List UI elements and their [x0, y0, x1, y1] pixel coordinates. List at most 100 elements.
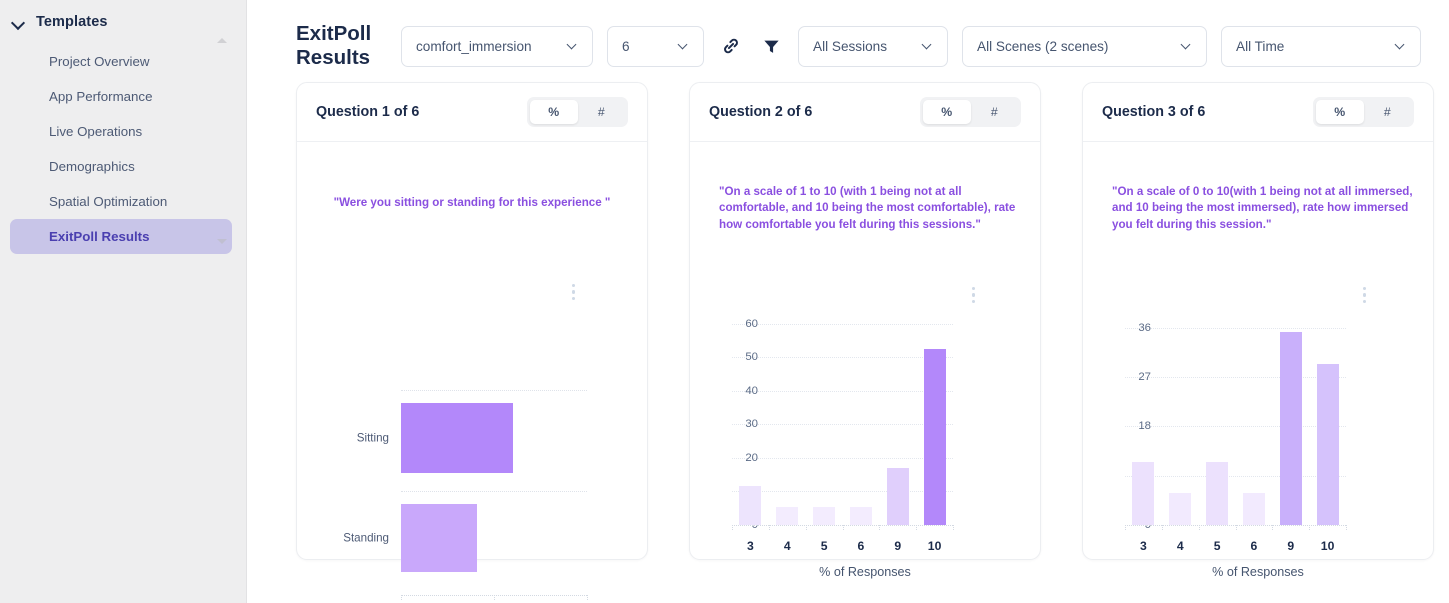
y-axis-tick-label: 27 [1138, 371, 1151, 384]
bar [1242, 493, 1265, 525]
grid-line [732, 357, 953, 359]
bar [849, 506, 872, 525]
bar [776, 506, 799, 525]
x-axis-tick-label: 10 [1320, 539, 1335, 553]
question-card-3: Question 3 of 6 % # "On a scale of 0 to … [1082, 82, 1434, 579]
question-count-select[interactable]: 6 [607, 25, 704, 67]
toggle-count-button[interactable]: # [1364, 100, 1412, 124]
grid-line [1125, 377, 1346, 379]
card-title: Question 1 of 6 [316, 104, 420, 120]
y-axis-tick-label: 20 [745, 451, 758, 464]
question-card-1: Question 1 of 6 % # "Were you sitting or… [296, 82, 648, 603]
grid-line [1125, 327, 1346, 329]
link-icon[interactable] [718, 31, 744, 61]
sessions-select[interactable]: All Sessions [798, 25, 948, 67]
x-axis-tick-label: 4 [783, 539, 791, 553]
chevron-down-icon [568, 41, 578, 51]
triangle-up-icon[interactable] [217, 38, 227, 43]
chevron-down-icon [1182, 41, 1192, 51]
question-text: "On a scale of 0 to 10(with 1 being not … [1112, 185, 1413, 231]
bar [813, 506, 836, 525]
toggle-count-button[interactable]: # [971, 100, 1019, 124]
percent-count-toggle[interactable]: % # [527, 97, 628, 127]
grid-line [1125, 426, 1346, 428]
bar [1206, 461, 1229, 525]
kebab-menu-icon[interactable] [571, 284, 575, 301]
grid-line [1125, 475, 1346, 477]
x-axis-pip [953, 525, 954, 530]
sidebar-item-spatial-optimization[interactable]: Spatial Optimization [10, 184, 232, 219]
grid-line [732, 491, 953, 493]
x-axis-tick-label: 3 [747, 539, 754, 553]
card-title: Question 3 of 6 [1102, 104, 1206, 120]
sessions-select-value: All Sessions [813, 38, 888, 54]
card-body: "On a scale of 0 to 10(with 1 being not … [1083, 142, 1433, 579]
question-text: "Were you sitting or standing for this e… [333, 196, 611, 209]
bar [401, 504, 478, 572]
sidebar-item-live-operations[interactable]: Live Operations [10, 114, 232, 149]
toggle-percent-button[interactable]: % [1316, 100, 1364, 124]
x-axis-tick-label: 3 [1140, 539, 1147, 553]
percent-count-toggle[interactable]: % # [920, 97, 1021, 127]
question-text: "On a scale of 1 to 10 (with 1 being not… [719, 185, 1016, 231]
time-range-select[interactable]: All Time [1221, 25, 1421, 67]
sidebar-item-label: Project Overview [49, 54, 150, 69]
x-axis-pip [1346, 525, 1347, 530]
metric-select[interactable]: comfort_immersion [401, 25, 593, 67]
x-axis-tick-label: 6 [857, 539, 865, 553]
chevron-down-icon [1396, 41, 1406, 51]
app-root: Templates Project Overview App Performan… [0, 0, 1449, 603]
sidebar-item-project-overview[interactable]: Project Overview [10, 44, 232, 79]
bar [1132, 461, 1155, 525]
y-axis-tick-label: 50 [745, 351, 758, 364]
toggle-percent-button[interactable]: % [530, 100, 578, 124]
y-axis-tick-label: 36 [1138, 321, 1151, 334]
sidebar-group-header[interactable]: Templates [0, 6, 246, 38]
kebab-menu-icon[interactable] [1362, 287, 1366, 304]
bar [401, 403, 513, 473]
question-count-value: 6 [622, 38, 630, 54]
sidebar-item-label: ExitPoll Results [49, 229, 150, 244]
sidebar-item-exitpoll-results[interactable]: ExitPoll Results [10, 219, 232, 254]
kebab-menu-icon[interactable] [971, 287, 975, 304]
vertical-bar-chart: 091827363456910% of Responses [1083, 302, 1433, 602]
sidebar-item-label: Live Operations [49, 124, 143, 139]
y-axis-tick-label: 60 [745, 317, 758, 330]
bar [886, 467, 909, 525]
time-range-value: All Time [1236, 38, 1285, 54]
horizontal-bar-chart: SittingStanding050100% of Responses [297, 317, 647, 603]
x-axis-tick-label: 9 [1287, 539, 1295, 553]
bar-category-label: Standing [343, 531, 389, 545]
x-axis-line [732, 525, 953, 526]
card-header: Question 2 of 6 % # [690, 83, 1040, 142]
bar [923, 348, 946, 525]
scenes-select[interactable]: All Scenes (2 scenes) [962, 25, 1207, 67]
percent-count-toggle[interactable]: % # [1313, 97, 1414, 127]
x-axis-line [1125, 525, 1346, 526]
x-axis-title: % of Responses [1212, 565, 1304, 579]
toggle-count-button[interactable]: # [578, 100, 626, 124]
grid-line [732, 390, 953, 392]
sidebar-item-label: App Performance [49, 89, 153, 104]
x-axis-pip [587, 595, 588, 600]
bar [1279, 331, 1302, 525]
question-card-list: Question 1 of 6 % # "Were you sitting or… [247, 82, 1449, 603]
card-body: "On a scale of 1 to 10 (with 1 being not… [690, 142, 1040, 579]
card-body: "Were you sitting or standing for this e… [297, 142, 647, 603]
toolbar: ExitPoll Results comfort_immersion 6 All… [247, 0, 1449, 80]
triangle-down-icon[interactable] [217, 239, 227, 244]
grid-line [732, 323, 953, 325]
toggle-percent-button[interactable]: % [923, 100, 971, 124]
chevron-down-icon [923, 41, 933, 51]
page-title: ExitPoll Results [296, 21, 372, 69]
bar [1316, 364, 1339, 525]
sidebar-item-demographics[interactable]: Demographics [10, 149, 232, 184]
grid-line [401, 491, 587, 492]
main-content: ExitPoll Results comfort_immersion 6 All… [247, 0, 1449, 603]
x-axis-tick-label: 5 [820, 539, 828, 553]
sidebar-item-app-performance[interactable]: App Performance [10, 79, 232, 114]
card-header: Question 3 of 6 % # [1083, 83, 1433, 142]
bar [1169, 493, 1192, 525]
sidebar: Templates Project Overview App Performan… [0, 0, 247, 603]
filter-icon[interactable] [758, 31, 784, 61]
